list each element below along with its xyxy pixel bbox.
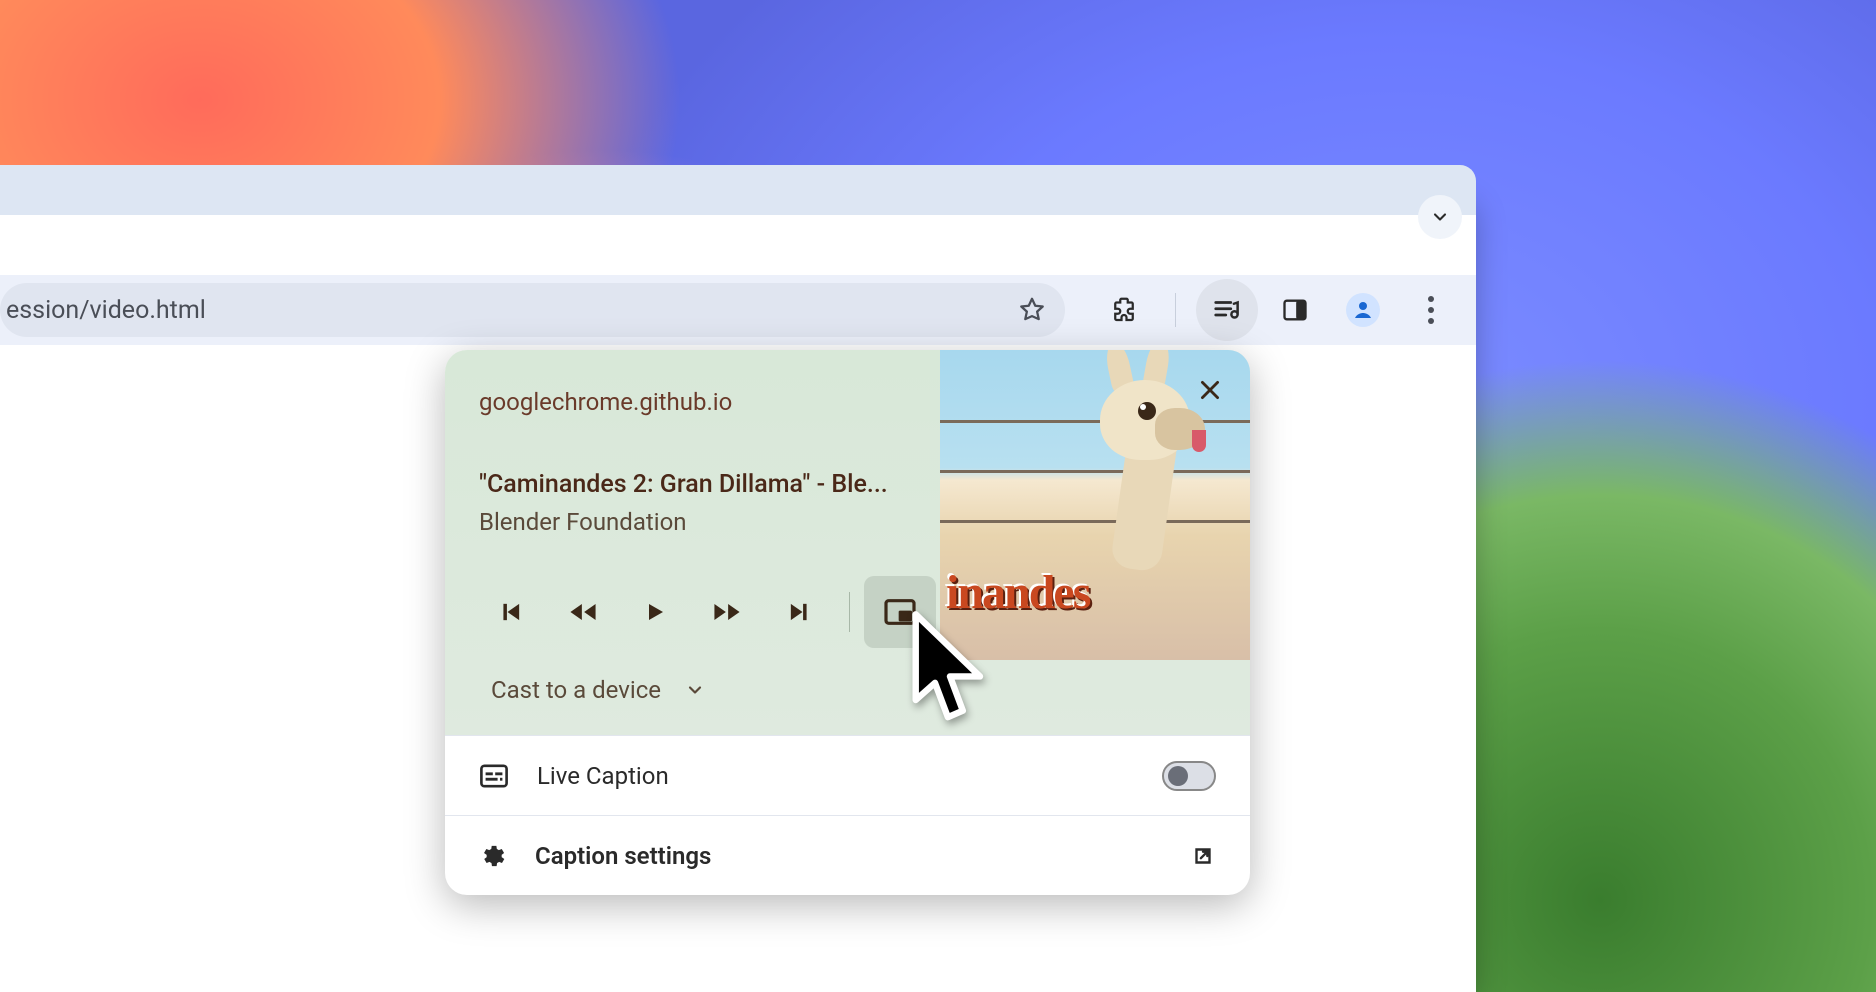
caption-settings-label: Caption settings [535,842,1162,870]
rewind-icon [567,598,599,626]
fast-forward-button[interactable] [691,576,763,648]
url-text: ession/video.html [0,296,206,325]
live-caption-row: Live Caption [445,735,1250,815]
artwork-logo-text: inandes [946,565,1089,620]
skip-next-icon [785,598,813,626]
pip-icon [884,598,916,626]
profile-button[interactable] [1346,293,1380,327]
cast-label: Cast to a device [491,676,661,704]
side-panel-button[interactable] [1278,293,1312,327]
captions-icon [479,764,509,788]
controls-separator [849,592,850,632]
person-icon [1351,298,1375,322]
media-artist: Blender Foundation [479,508,687,536]
chevron-down-icon [1430,207,1450,227]
three-dots-icon [1428,296,1434,324]
browser-toolbar: ession/video.html [0,275,1476,345]
media-title: "Caminandes 2: Gran Dillama" - Ble... [479,470,888,499]
puzzle-icon [1109,295,1139,325]
media-controls-button[interactable] [1210,293,1244,327]
gear-icon [479,842,507,870]
media-source: googlechrome.github.io [479,388,732,416]
bookmark-star-button[interactable] [1017,295,1047,325]
picture-in-picture-button[interactable] [864,576,936,648]
media-session-card: inandes googlechrome.github.io "Caminand… [445,350,1250,735]
media-control-panel: inandes googlechrome.github.io "Caminand… [445,350,1250,895]
media-controls-row [475,576,936,648]
chevron-down-icon [685,680,705,700]
cast-to-device-button[interactable]: Cast to a device [491,676,705,704]
playlist-audio-icon [1212,295,1242,325]
tabs-dropdown-button[interactable] [1418,195,1462,239]
skip-previous-icon [497,598,525,626]
play-icon [643,598,667,626]
extensions-button[interactable] [1107,293,1141,327]
close-icon [1197,377,1223,403]
live-caption-label: Live Caption [537,762,1134,790]
next-track-button[interactable] [763,576,835,648]
caption-settings-row[interactable]: Caption settings [445,815,1250,895]
tab-strip [0,165,1476,215]
play-button[interactable] [619,576,691,648]
toolbar-separator [1175,293,1176,327]
browser-menu-button[interactable] [1414,293,1448,327]
address-bar[interactable]: ession/video.html [0,283,1065,337]
open-external-icon [1190,843,1216,869]
fast-forward-icon [711,598,743,626]
previous-track-button[interactable] [475,576,547,648]
media-close-button[interactable] [1194,374,1226,406]
toolbar-icon-group [1107,293,1476,327]
star-icon [1017,295,1047,325]
rewind-button[interactable] [547,576,619,648]
side-panel-icon [1281,296,1309,324]
live-caption-toggle[interactable] [1162,761,1216,791]
